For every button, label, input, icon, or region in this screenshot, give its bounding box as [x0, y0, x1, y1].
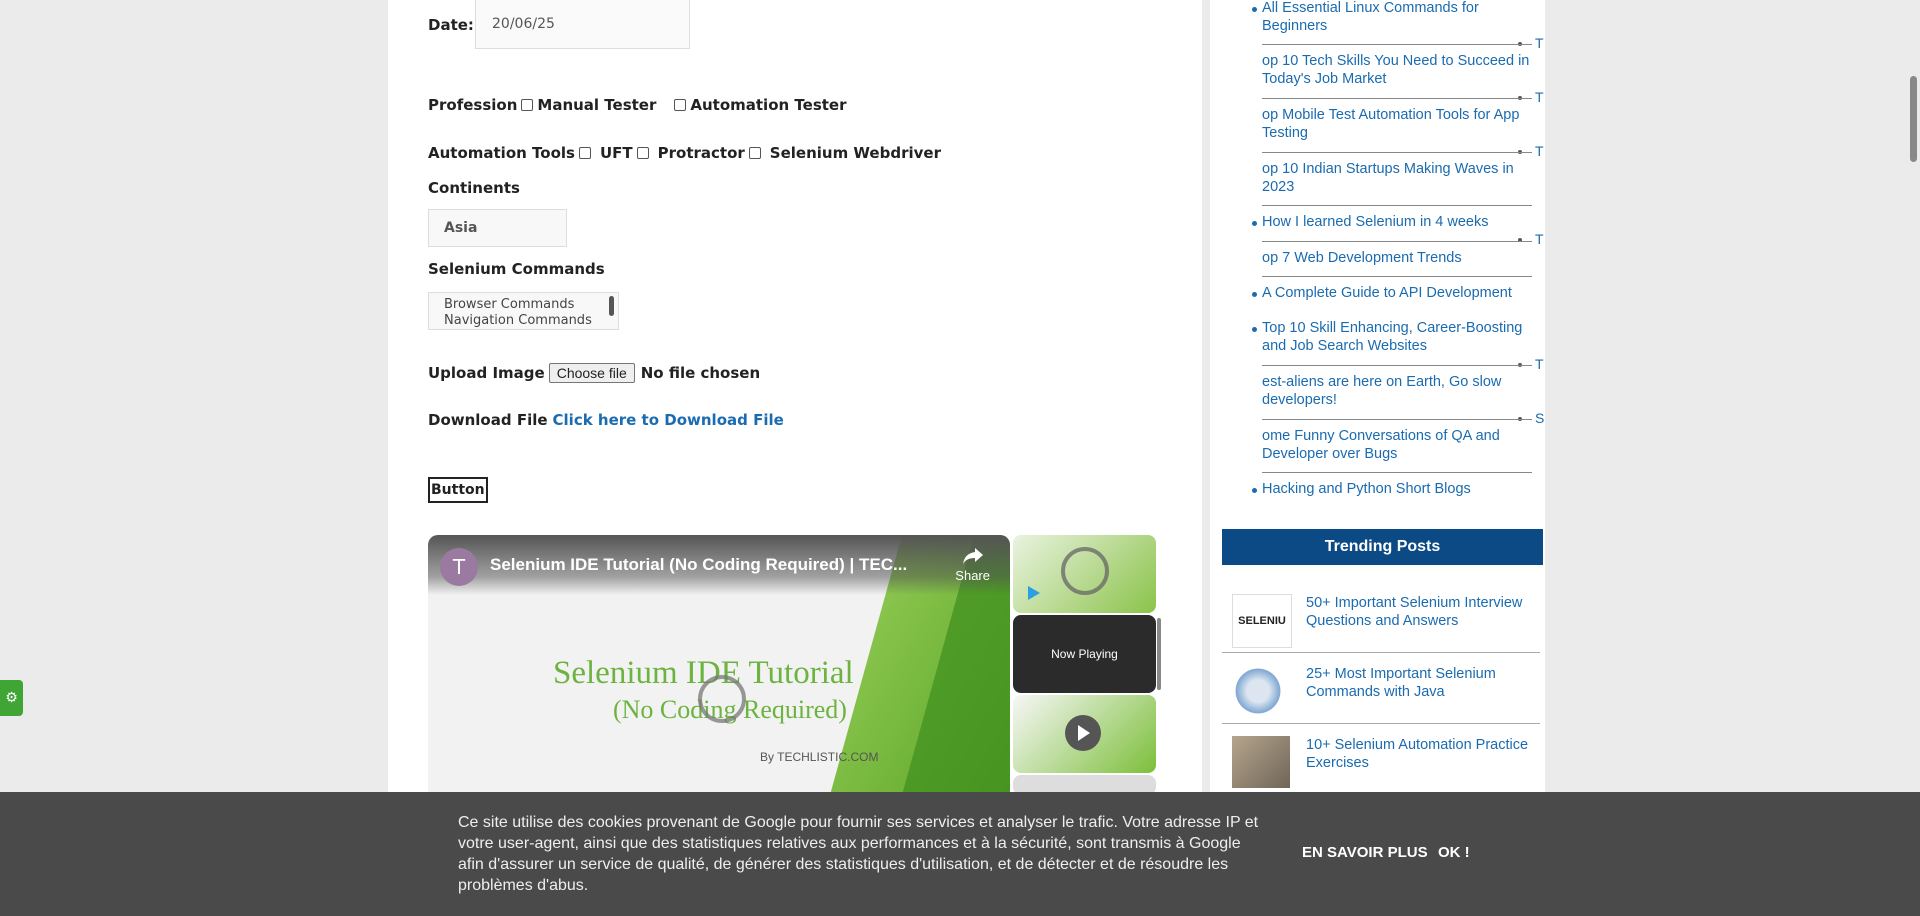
trending-post[interactable]: 10+ Selenium Automation Practice Exercis… — [1222, 726, 1540, 794]
divider — [1262, 98, 1532, 99]
button-label: Button — [431, 482, 485, 498]
playlist-scrollbar[interactable] — [1157, 618, 1161, 690]
download-file-link[interactable]: Click here to Download File — [553, 411, 784, 429]
automation-tester-checkbox[interactable] — [674, 99, 687, 111]
ok-button[interactable]: OK ! — [1438, 844, 1470, 861]
share-label: Share — [955, 568, 990, 583]
automation-tools-row: Automation Tools UFT Protractor Selenium… — [428, 144, 941, 162]
list-bullet — [1252, 7, 1257, 12]
download-file-label: Download File — [428, 411, 548, 429]
button-element[interactable]: Button — [428, 477, 488, 503]
divider — [1262, 276, 1532, 277]
cookie-banner: Ce site utilise des cookies provenant de… — [0, 792, 1920, 916]
divider — [1262, 44, 1532, 45]
trending-thumbnail[interactable]: SELENIU — [1232, 594, 1292, 648]
divider — [1262, 205, 1532, 206]
protractor-label: Protractor — [657, 144, 745, 162]
sidebar-link[interactable]: Hacking and Python Short Blogs — [1262, 481, 1538, 499]
sidebar-link[interactable]: How I learned Selenium in 4 weeks — [1262, 214, 1538, 232]
loading-spinner-icon — [1061, 547, 1109, 595]
learn-more-button[interactable]: EN SAVOIR PLUS — [1302, 844, 1428, 861]
divider — [1262, 419, 1532, 420]
list-bullet — [1252, 292, 1257, 297]
sidebar-link[interactable]: A Complete Guide to API Development — [1262, 285, 1538, 303]
profession-row: Profession Manual Tester Automation Test… — [428, 96, 847, 114]
play-circle — [1065, 715, 1101, 751]
settings-tab[interactable]: ⚙ — [0, 680, 23, 716]
choose-file-button[interactable]: Choose file — [548, 363, 635, 383]
download-row: Download File Click here to Download Fil… — [428, 411, 784, 429]
stray-letter: T — [1535, 356, 1544, 372]
playlist-thumb-3[interactable] — [1013, 695, 1156, 773]
list-bullet — [1252, 488, 1257, 493]
sidebar-link[interactable]: op 7 Web Development Trends — [1262, 250, 1538, 268]
slide-byline: By TECHLISTIC.COM — [760, 750, 879, 764]
date-input[interactable]: 20/06/25 — [475, 0, 690, 49]
playlist-thumb-1[interactable] — [1013, 535, 1156, 613]
selenium-webdriver-checkbox[interactable] — [748, 147, 761, 159]
automation-tools-label: Automation Tools — [428, 144, 575, 162]
play-icon — [1028, 586, 1040, 600]
stray-letter: T — [1535, 35, 1544, 51]
selenium-commands-label: Selenium Commands — [428, 260, 605, 278]
sidebar-link[interactable]: est-aliens are here on Earth, Go slow de… — [1262, 374, 1538, 409]
stray-letter: T — [1535, 143, 1544, 159]
sidebar-link[interactable]: op 10 Indian Startups Making Waves in 20… — [1262, 161, 1538, 196]
stray-letter: S — [1535, 410, 1545, 426]
divider — [1262, 365, 1532, 366]
stray-letter: T — [1535, 89, 1544, 105]
sidebar-link[interactable]: Top 10 Skill Enhancing, Career-Boosting … — [1262, 320, 1538, 355]
channel-avatar[interactable]: T — [440, 548, 478, 586]
trending-post[interactable]: SELENIU 50+ Important Selenium Interview… — [1222, 584, 1540, 653]
stray-letter: T — [1535, 231, 1544, 247]
profession-label: Profession — [428, 96, 518, 114]
share-icon — [962, 548, 983, 564]
automation-tester-label: Automation Tester — [690, 96, 847, 114]
cookie-message: Ce site utilise des cookies provenant de… — [458, 814, 1259, 894]
manual-tester-checkbox[interactable] — [521, 99, 534, 111]
upload-image-label: Upload Image — [428, 364, 545, 382]
page-scrollbar[interactable] — [1910, 76, 1917, 162]
continents-select[interactable]: Asia — [428, 209, 567, 247]
share-button[interactable]: Share — [955, 547, 990, 583]
continents-label: Continents — [428, 179, 520, 197]
manual-tester-label: Manual Tester — [537, 96, 657, 114]
selenium-commands-multiselect[interactable]: Browser Commands Navigation Commands — [428, 292, 619, 330]
trending-thumbnail[interactable] — [1232, 736, 1290, 788]
uft-label: UFT — [599, 144, 633, 162]
divider — [1262, 241, 1532, 242]
option-navigation-commands[interactable]: Navigation Commands — [444, 313, 603, 329]
video-title[interactable]: Selenium IDE Tutorial (No Coding Require… — [490, 555, 907, 575]
loading-spinner-icon — [698, 675, 746, 723]
upload-row: Upload Image Choose file No file chosen — [428, 363, 760, 383]
list-bullet — [1252, 221, 1257, 226]
protractor-checkbox[interactable] — [636, 147, 649, 159]
sidebar-link[interactable]: ome Funny Conversations of QA and Develo… — [1262, 428, 1538, 463]
date-label: Date: — [428, 16, 474, 34]
sidebar-link[interactable]: All Essential Linux Commands for Beginne… — [1262, 0, 1538, 35]
no-file-chosen-text: No file chosen — [640, 364, 761, 382]
youtube-video-player[interactable]: Selenium IDE Tutorial (No Coding Require… — [428, 535, 1010, 795]
trending-thumbnail[interactable] — [1232, 665, 1284, 717]
selenium-webdriver-label: Selenium Webdriver — [769, 144, 941, 162]
trending-post-link[interactable]: 10+ Selenium Automation Practice Exercis… — [1306, 736, 1541, 772]
divider — [1262, 472, 1532, 473]
trending-posts-header: Trending Posts — [1222, 529, 1543, 565]
list-bullet — [1252, 327, 1257, 332]
multiselect-scrollbar[interactable] — [609, 296, 614, 316]
gear-icon: ⚙ — [5, 690, 18, 706]
trending-post-link[interactable]: 25+ Most Important Selenium Commands wit… — [1306, 665, 1541, 701]
trending-post-link[interactable]: 50+ Important Selenium Interview Questio… — [1306, 594, 1541, 630]
playlist-thumb-now-playing[interactable]: Now Playing — [1013, 615, 1156, 693]
uft-checkbox[interactable] — [578, 147, 591, 159]
option-browser-commands[interactable]: Browser Commands — [444, 297, 603, 313]
sidebar-link[interactable]: op 10 Tech Skills You Need to Succeed in… — [1262, 53, 1538, 88]
play-icon — [1078, 725, 1090, 741]
trending-post[interactable]: 25+ Most Important Selenium Commands wit… — [1222, 655, 1540, 724]
sidebar-link[interactable]: op Mobile Test Automation Tools for App … — [1262, 107, 1538, 142]
divider — [1262, 152, 1532, 153]
